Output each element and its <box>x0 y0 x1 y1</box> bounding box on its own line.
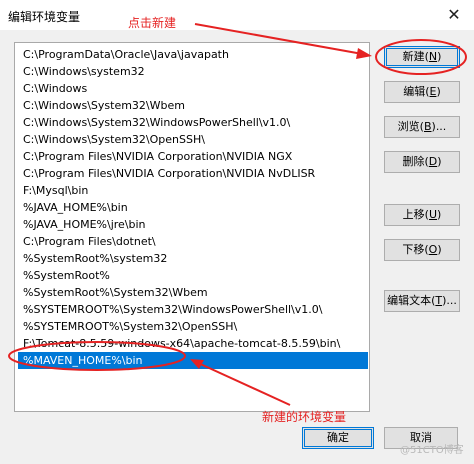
path-list-item[interactable]: %SystemRoot%\System32\Wbem <box>18 284 368 301</box>
browse-button[interactable]: 浏览(B)... <box>384 116 460 138</box>
browse-button-mnemonic: B <box>423 120 432 133</box>
edit-button-label: 编辑 <box>403 85 426 98</box>
new-button[interactable]: 新建(N) <box>384 46 460 68</box>
path-list-item[interactable]: C:\Program Files\NVIDIA Corporation\NVID… <box>18 165 368 182</box>
ok-button-label: 确定 <box>327 431 349 444</box>
move-up-button[interactable]: 上移(U) <box>384 204 460 226</box>
move-down-button[interactable]: 下移(O) <box>384 239 460 261</box>
path-list-item[interactable]: C:\Windows\system32 <box>18 63 368 80</box>
move-down-button-label: 下移 <box>402 243 425 256</box>
path-list-item[interactable]: C:\Windows\System32\Wbem <box>18 97 368 114</box>
edit-text-button-suffix: ... <box>446 294 457 307</box>
new-button-mnemonic: N <box>428 50 438 63</box>
move-up-button-label: 上移 <box>402 208 425 221</box>
path-list-item[interactable]: %MAVEN_HOME%\bin <box>18 352 368 369</box>
browse-button-label: 浏览 <box>397 120 420 133</box>
path-list-item[interactable]: %SYSTEMROOT%\System32\OpenSSH\ <box>18 318 368 335</box>
path-list-item[interactable]: %SystemRoot% <box>18 267 368 284</box>
edit-text-button-label: 编辑文本 <box>387 294 432 307</box>
path-list-item[interactable]: F:\Mysql\bin <box>18 182 368 199</box>
delete-button-mnemonic: D <box>428 155 438 168</box>
new-env-var-annotation: 新建的环境变量 <box>262 410 347 424</box>
path-list-item[interactable]: C:\Program Files\dotnet\ <box>18 233 368 250</box>
path-list-item[interactable]: %SYSTEMROOT%\System32\WindowsPowerShell\… <box>18 301 368 318</box>
edit-text-button-mnemonic: T <box>435 294 443 307</box>
path-list-item[interactable]: C:\Windows\System32\WindowsPowerShell\v1… <box>18 114 368 131</box>
delete-button[interactable]: 删除(D) <box>384 151 460 173</box>
close-icon[interactable]: ✕ <box>436 3 472 27</box>
title-bar: 编辑环境变量 ✕ <box>0 0 474 30</box>
edit-button-mnemonic: E <box>429 85 437 98</box>
move-up-button-mnemonic: U <box>428 208 438 221</box>
delete-button-label: 删除 <box>402 155 425 168</box>
browse-button-suffix: ... <box>435 120 447 133</box>
click-new-annotation: 点击新建 <box>128 16 177 30</box>
window-title: 编辑环境变量 <box>8 10 81 24</box>
path-list-item[interactable]: %JAVA_HOME%\bin <box>18 199 368 216</box>
path-list-item[interactable]: F:\Tomcat-8.5.59-windows-x64\apache-tomc… <box>18 335 368 352</box>
path-list-item[interactable]: C:\Windows\System32\OpenSSH\ <box>18 131 368 148</box>
new-button-label: 新建 <box>402 50 425 63</box>
path-list-item[interactable]: C:\Windows <box>18 80 368 97</box>
move-down-button-mnemonic: O <box>428 243 438 256</box>
path-list-item[interactable]: %JAVA_HOME%\jre\bin <box>18 216 368 233</box>
ok-button[interactable]: 确定 <box>302 427 374 449</box>
path-list-item[interactable]: C:\Program Files\NVIDIA Corporation\NVID… <box>18 148 368 165</box>
edit-button[interactable]: 编辑(E) <box>384 81 460 103</box>
edit-text-button[interactable]: 编辑文本(T)... <box>384 290 460 312</box>
path-list-item[interactable]: C:\ProgramData\Oracle\Java\javapath <box>18 46 368 63</box>
path-list[interactable]: C:\ProgramData\Oracle\Java\javapath C:\Wi… <box>14 42 370 412</box>
path-list-item[interactable]: %SystemRoot%\system32 <box>18 250 368 267</box>
watermark: @51CTO博客 <box>400 445 464 456</box>
